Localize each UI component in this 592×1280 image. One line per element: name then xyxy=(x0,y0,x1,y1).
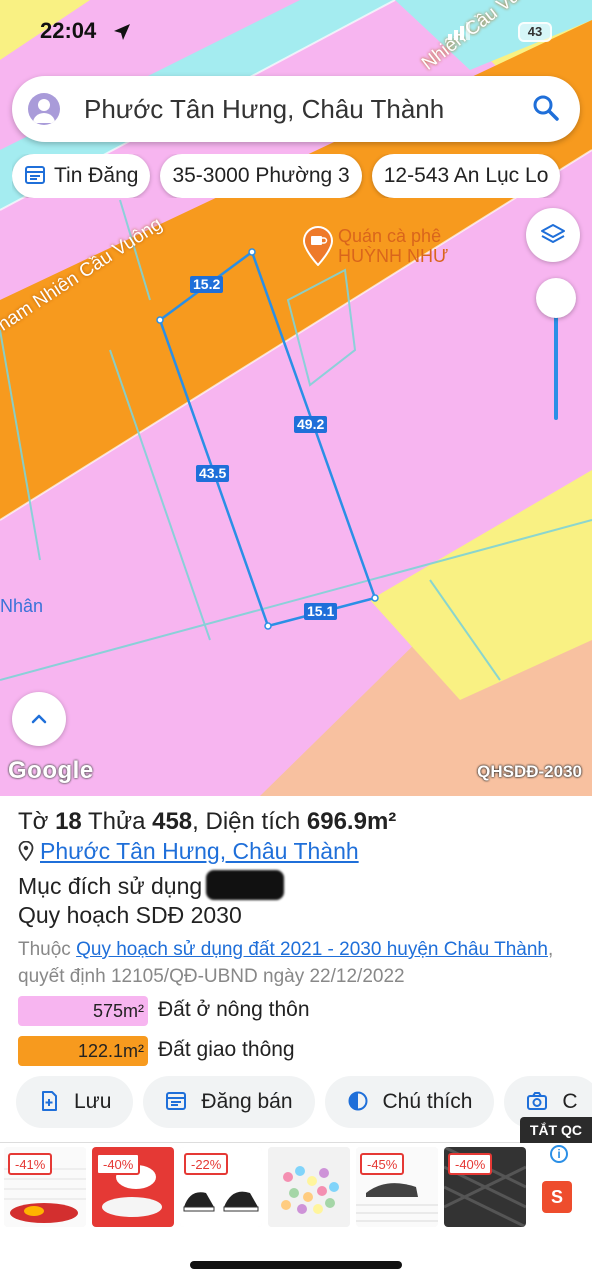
search-input[interactable]: Phước Tân Hưng, Châu Thành xyxy=(84,94,444,125)
area-value: 696.9m² xyxy=(306,808,397,835)
separator: , xyxy=(192,808,199,835)
chip-location[interactable]: 35-3000 Phường 3 xyxy=(160,154,362,198)
chevron-up-icon xyxy=(31,714,47,724)
edge-length-left: 43.5 xyxy=(196,465,230,482)
discount-badge: -40% xyxy=(448,1153,493,1175)
land-use-name: Đất giao thông xyxy=(158,1038,295,1061)
map-pin-icon xyxy=(18,841,34,861)
plot-label: Thửa xyxy=(88,808,146,835)
poi-name-line1: Quán cà phê xyxy=(338,226,442,246)
google-logo: Google xyxy=(8,757,94,784)
expand-panel-button[interactable] xyxy=(12,692,66,746)
land-use-area: 122.1m² xyxy=(18,1036,148,1066)
land-use-area: 575m² xyxy=(18,996,148,1026)
save-button[interactable]: Lưu xyxy=(16,1076,134,1128)
sheet-number: 18 xyxy=(55,808,82,835)
half-circle-icon xyxy=(348,1091,367,1111)
action-bar: Lưu Đăng bán Chú thích C xyxy=(16,1076,592,1128)
poi-name-line2: HUỲNH NHƯ xyxy=(338,246,449,266)
status-time: 22:04 xyxy=(40,18,97,43)
location-arrow-icon xyxy=(114,24,130,40)
action-label: Lưu xyxy=(74,1090,112,1113)
ad-product[interactable] xyxy=(268,1147,350,1227)
ad-product[interactable]: -41% xyxy=(4,1147,86,1227)
ad-product[interactable]: -45% xyxy=(356,1147,438,1227)
avatar[interactable] xyxy=(28,93,60,125)
bookmark-plus-icon xyxy=(42,1091,57,1111)
sheet-label: Tờ xyxy=(18,808,49,835)
location-link[interactable]: Phước Tân Hưng, Châu Thành xyxy=(40,838,359,864)
plan-description: Thuộc Quy hoạch sử dụng đất 2021 - 2030 … xyxy=(18,936,578,990)
plot-number: 458 xyxy=(152,808,193,835)
parcel-info-panel: Tờ 18 Thửa 458, Diện tích 696.9m² Phước … xyxy=(0,796,592,1142)
discount-badge: -45% xyxy=(360,1153,405,1175)
legend-button[interactable]: Chú thích xyxy=(324,1076,495,1128)
land-use-name: Đất ở nông thôn xyxy=(158,998,310,1021)
close-ads-button[interactable]: TẮT QC xyxy=(519,1117,592,1143)
search-bar[interactable]: Phước Tân Hưng, Châu Thành xyxy=(12,76,580,142)
action-label: Chú thích xyxy=(382,1090,473,1113)
chip-label: 12-543 An Lục Lo xyxy=(383,164,549,187)
purpose-label: Mục đích sử dụng xyxy=(18,873,203,899)
ad-info-icon[interactable]: i xyxy=(550,1145,568,1163)
parcel-title: Tờ 18 Thửa 458, Diện tích 696.9m² xyxy=(18,808,396,836)
shop-bag-icon: S xyxy=(542,1181,572,1213)
discount-badge: -22% xyxy=(184,1153,229,1175)
home-indicator[interactable] xyxy=(190,1261,402,1269)
plan-title: Quy hoạch SDĐ 2030 xyxy=(18,902,242,928)
post-sale-button[interactable]: Đăng bán xyxy=(143,1076,315,1128)
redacted-value xyxy=(206,870,285,900)
camera-icon xyxy=(527,1092,548,1110)
poi-name: Quán cà phê HUỲNH NHƯ xyxy=(338,226,448,266)
discount-badge: -40% xyxy=(96,1153,141,1175)
chip-label: Tin Đăng xyxy=(54,164,139,187)
land-use-row: 122.1m² Đất giao thông xyxy=(18,1036,578,1066)
discount-badge: -41% xyxy=(8,1153,53,1175)
action-label: Đăng bán xyxy=(201,1090,293,1113)
product-image xyxy=(268,1147,350,1227)
chip-label: 35-3000 Phường 3 xyxy=(172,164,350,187)
area-label: Diện tích xyxy=(205,808,301,835)
layer-tag: QHSDĐ-2030 xyxy=(477,762,582,781)
ad-product[interactable]: -40% xyxy=(444,1147,526,1227)
edge-length-bottom: 15.1 xyxy=(304,603,338,620)
user-icon xyxy=(33,99,55,123)
ad-product[interactable]: -22% xyxy=(180,1147,262,1227)
signal-icon xyxy=(448,22,470,40)
land-use-row: 575m² Đất ở nông thôn xyxy=(18,996,578,1026)
layers-button[interactable] xyxy=(526,208,580,262)
layers-icon xyxy=(541,224,565,243)
ad-product[interactable]: -40% xyxy=(92,1147,174,1227)
status-bar: 22:04 43 xyxy=(0,0,592,64)
coffee-icon xyxy=(302,226,334,266)
chip-location[interactable]: 12-543 An Lục Lo xyxy=(371,154,561,198)
battery-icon: 43 xyxy=(518,22,552,42)
place-label: Nhân xyxy=(0,596,44,616)
edge-length-top: 15.2 xyxy=(190,276,224,293)
plan-link[interactable]: Quy hoạch sử dụng đất 2021 - 2030 huyện … xyxy=(76,939,548,960)
map-view[interactable]: nam Nhiên Cầu Vuông Nhiên Cầu Vu 15.2 49… xyxy=(0,0,592,796)
ad-banner[interactable]: TẮT QC -41% -40% -22% -45% -40% i S xyxy=(0,1117,592,1230)
chip-tin-dang[interactable]: Tin Đăng xyxy=(12,154,151,198)
edge-length-right: 49.2 xyxy=(294,416,328,433)
location-row: Phước Tân Hưng, Châu Thành xyxy=(18,838,359,865)
action-label: C xyxy=(562,1090,578,1113)
filter-chips: Tin Đăng 35-3000 Phường 3 12-543 An Lục L… xyxy=(12,154,592,198)
opacity-slider-handle[interactable] xyxy=(536,278,576,318)
belongs-prefix: Thuộc xyxy=(18,939,71,960)
calendar-icon xyxy=(166,1092,187,1110)
purpose-row: Mục đích sử dụng xyxy=(18,870,285,900)
search-icon[interactable] xyxy=(532,94,560,122)
calendar-list-icon xyxy=(25,166,45,184)
